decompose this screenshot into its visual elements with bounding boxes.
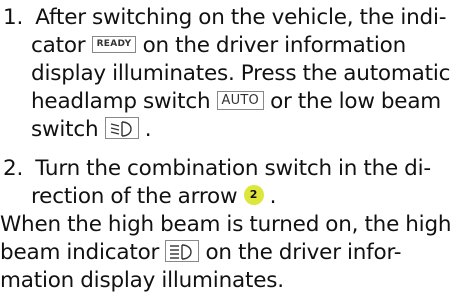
high-beam-indicator-icon	[165, 240, 200, 262]
step-2-text-2: rection of the arrow	[31, 184, 238, 209]
note-line-2: beam indicator on the driver infor-	[0, 239, 402, 267]
step-2-period: .	[269, 184, 277, 209]
note-text-2b: on the driver infor-	[205, 240, 402, 265]
auto-switch-badge: AUTO	[216, 90, 264, 110]
note-text-3: mation display illuminates.	[0, 268, 284, 293]
step-2-number: 2.	[3, 156, 24, 181]
step-1-text-2: cator	[31, 33, 86, 58]
step-1-text-4b: or the low beam	[270, 89, 442, 114]
step-2-text-1: Turn the combination switch in the di-	[35, 156, 431, 181]
note-text-2: beam indicator	[0, 240, 160, 265]
step-1-text-2b: on the driver information	[142, 33, 407, 58]
step-1-line-3: display illuminates. Press the automatic	[31, 60, 450, 88]
step-1-line-5: switch .	[31, 116, 152, 144]
note-line-3: mation display illuminates.	[0, 267, 284, 295]
step-1-period: .	[144, 117, 152, 142]
step-2-line-1: 2. Turn the combination switch in the di…	[3, 155, 431, 183]
step-1-text-4: headlamp switch	[31, 89, 211, 114]
step-1-line-1: 1. After switching on the vehicle, the i…	[3, 4, 447, 32]
low-beam-headlamp-icon	[104, 117, 139, 139]
ready-indicator-badge: READY	[91, 35, 137, 53]
step-1-line-2: cator READY on the driver information	[31, 32, 406, 60]
step-2-line-2: rection of the arrow 2 .	[31, 183, 276, 211]
note-text-1: When the high beam is turned on, the hig…	[0, 212, 452, 237]
step-1-text-5: switch	[31, 117, 99, 142]
step-1-text-1: After switching on the vehicle, the indi…	[35, 5, 447, 30]
note-line-1: When the high beam is turned on, the hig…	[0, 211, 452, 239]
step-1-line-4: headlamp switch AUTO or the low beam	[31, 88, 441, 116]
step-1-number: 1.	[3, 5, 24, 30]
step-1-text-3: display illuminates. Press the automatic	[31, 61, 451, 86]
instruction-text: 1. After switching on the vehicle, the i…	[0, 0, 458, 296]
arrow-callout-marker: 2	[243, 185, 264, 205]
